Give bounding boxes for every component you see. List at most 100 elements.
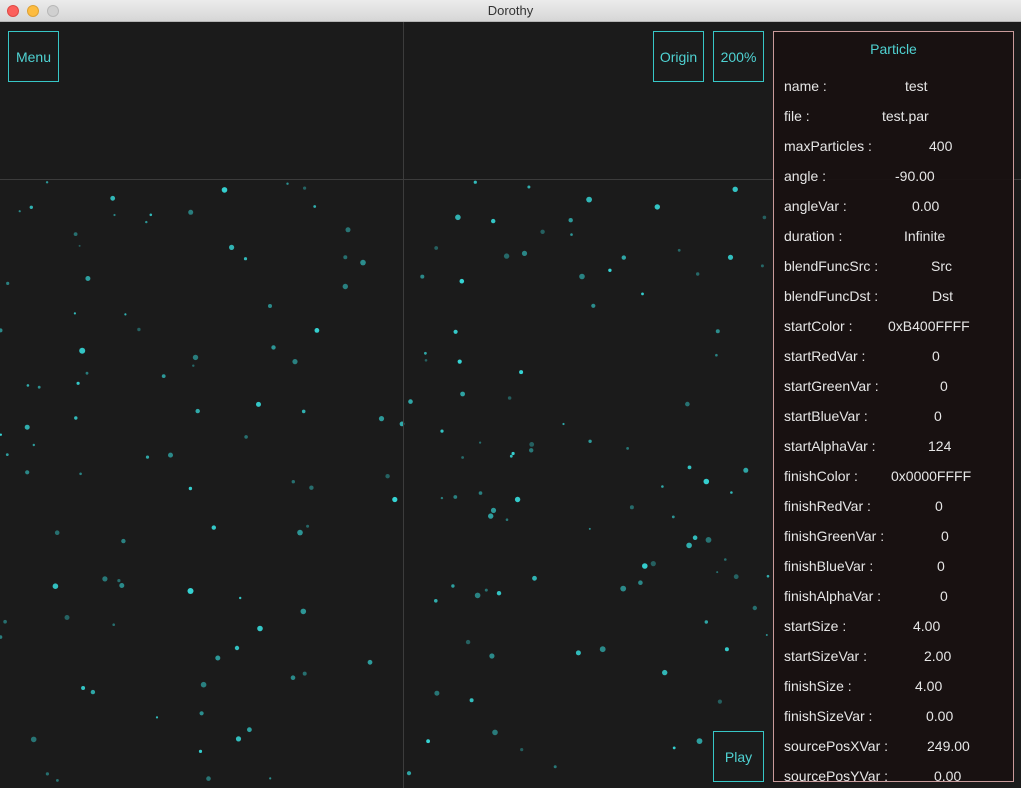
particle [540, 229, 545, 234]
particle [302, 671, 307, 676]
particle [188, 209, 194, 215]
property-row[interactable]: startRedVar : 0 [774, 342, 1013, 372]
particle-canvas[interactable]: Menu Origin 200% Play Particle name : tes… [0, 22, 1021, 788]
menu-button[interactable]: Menu [8, 31, 59, 82]
particle [489, 653, 495, 659]
particle [455, 214, 461, 221]
particle [453, 329, 458, 334]
property-key: blendFuncSrc : [784, 258, 879, 274]
particle [696, 738, 703, 744]
property-value[interactable]: 0 [934, 408, 942, 424]
property-value[interactable]: 0 [940, 588, 948, 604]
property-value[interactable]: Dst [932, 288, 953, 304]
property-value[interactable]: 2.00 [924, 648, 951, 664]
particle [121, 538, 126, 544]
zoom-button[interactable]: 200% [713, 31, 764, 82]
particle [490, 507, 497, 513]
particle [378, 416, 385, 422]
particle [306, 524, 310, 528]
property-value[interactable]: 0.00 [926, 708, 953, 724]
particle [292, 359, 298, 365]
particle [271, 345, 276, 350]
property-row[interactable]: finishSize : 4.00 [774, 672, 1013, 702]
particle [145, 455, 150, 459]
particle [505, 518, 509, 521]
property-value[interactable]: 0xB400FFFF [888, 318, 970, 334]
property-value[interactable]: 249.00 [927, 738, 970, 754]
property-row[interactable]: maxParticles : 400 [774, 132, 1013, 162]
property-value[interactable]: 0 [941, 528, 949, 544]
property-row[interactable]: finishSizeVar : 0.00 [774, 702, 1013, 732]
particle [161, 374, 166, 378]
property-value[interactable]: 124 [928, 438, 951, 454]
property-row[interactable]: finishRedVar : 0 [774, 492, 1013, 522]
property-value[interactable]: Src [931, 258, 952, 274]
property-row[interactable]: finishGreenVar : 0 [774, 522, 1013, 552]
particle [314, 328, 320, 333]
particle [385, 474, 390, 479]
property-value[interactable]: 0 [932, 348, 940, 364]
property-value[interactable]: 0 [937, 558, 945, 574]
particle [473, 180, 477, 184]
particle [54, 530, 60, 535]
particle [521, 250, 528, 256]
play-button[interactable]: Play [713, 731, 764, 782]
particle [717, 699, 723, 704]
property-row[interactable]: angle : -90.00 [774, 162, 1013, 192]
particle [492, 729, 498, 736]
property-value[interactable]: 0.00 [912, 198, 939, 214]
property-row[interactable]: startGreenVar : 0 [774, 372, 1013, 402]
property-row[interactable]: duration : Infinite [774, 222, 1013, 252]
property-row[interactable]: finishBlueVar : 0 [774, 552, 1013, 582]
particle [568, 218, 573, 223]
property-value[interactable]: test.par [882, 108, 929, 124]
property-value[interactable]: 4.00 [915, 678, 942, 694]
window-titlebar: Dorothy [0, 0, 1021, 22]
particle [642, 563, 648, 569]
particle [608, 268, 612, 272]
particle [451, 584, 455, 588]
particle [696, 272, 700, 276]
property-value[interactable]: 4.00 [913, 618, 940, 634]
particle [297, 529, 303, 536]
property-row[interactable]: startAlphaVar : 124 [774, 432, 1013, 462]
property-row[interactable]: sourcePosXVar : 249.00 [774, 732, 1013, 762]
property-value[interactable]: 400 [929, 138, 952, 154]
property-value[interactable]: 0.00 [934, 768, 961, 784]
particle [6, 281, 10, 285]
property-value[interactable]: -90.00 [895, 168, 935, 184]
property-row[interactable]: startBlueVar : 0 [774, 402, 1013, 432]
particle [199, 711, 204, 716]
property-row[interactable]: file : test.par [774, 102, 1013, 132]
property-row[interactable]: blendFuncSrc : Src [774, 252, 1013, 282]
origin-button[interactable]: Origin [653, 31, 704, 82]
particle [629, 505, 634, 510]
property-row[interactable]: startColor : 0xB400FFFF [774, 312, 1013, 342]
particle [733, 574, 739, 580]
particle [460, 391, 465, 397]
property-value[interactable]: test [905, 78, 928, 94]
particle [686, 542, 692, 549]
particle [762, 215, 767, 220]
particle [503, 253, 510, 259]
property-key: startAlphaVar : [784, 438, 876, 454]
property-row[interactable]: startSize : 4.00 [774, 612, 1013, 642]
property-row[interactable]: finishAlphaVar : 0 [774, 582, 1013, 612]
property-row[interactable]: sourcePosYVar : 0.00 [774, 762, 1013, 788]
particle [474, 592, 481, 599]
particle [247, 727, 252, 733]
property-row[interactable]: blendFuncDst : Dst [774, 282, 1013, 312]
property-value[interactable]: 0 [940, 378, 948, 394]
particle [90, 689, 96, 695]
property-row[interactable]: startSizeVar : 2.00 [774, 642, 1013, 672]
property-value[interactable]: 0 [935, 498, 943, 514]
property-value[interactable]: Infinite [904, 228, 945, 244]
particle [484, 588, 488, 592]
property-row[interactable]: angleVar : 0.00 [774, 192, 1013, 222]
particle [269, 777, 272, 780]
particle [509, 454, 513, 458]
property-value[interactable]: 0x0000FFFF [891, 468, 971, 484]
property-row[interactable]: name : test [774, 72, 1013, 102]
particle [424, 359, 428, 362]
property-row[interactable]: finishColor : 0x0000FFFF [774, 462, 1013, 492]
